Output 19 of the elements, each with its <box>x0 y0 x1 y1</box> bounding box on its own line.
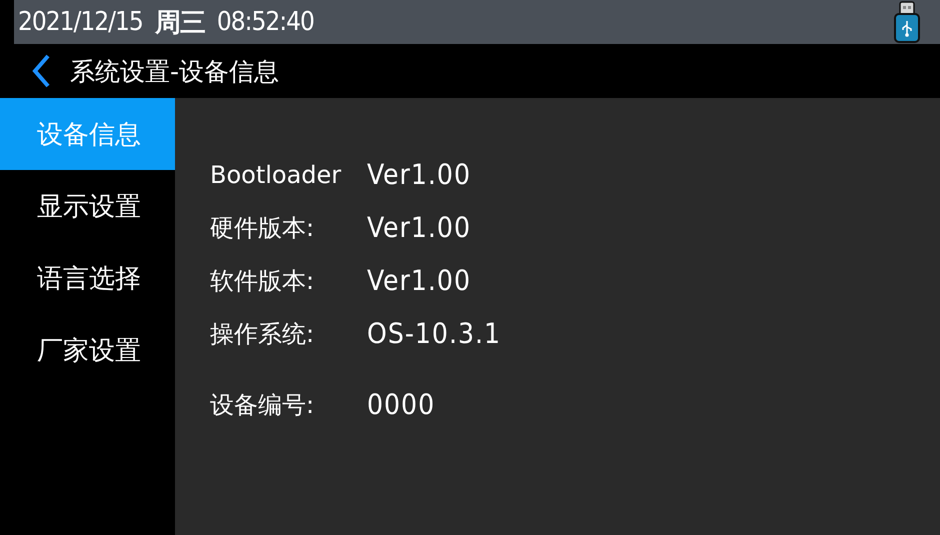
info-label: 设备编号: <box>210 390 316 420</box>
info-label: 软件版本: <box>210 266 316 296</box>
info-value: Ver1.00 <box>367 211 471 244</box>
sidebar-item[interactable]: 显示设置 <box>0 170 175 242</box>
page-title: 系统设置-设备信息 <box>70 56 280 88</box>
info-label: 操作系统: <box>210 318 316 350</box>
info-value: Ver1.00 <box>367 264 471 297</box>
time-text: 08:52:40 <box>216 7 314 37</box>
info-value: OS-10.3.1 <box>367 317 502 350</box>
back-icon[interactable] <box>30 53 52 89</box>
info-value: Ver1.00 <box>367 158 471 191</box>
date-text: 2021/12/15 <box>18 7 143 37</box>
weekday-text: 周三 <box>154 6 205 40</box>
usb-drive-icon <box>892 1 922 43</box>
info-value: 0000 <box>367 388 436 421</box>
info-label: Bootloader <box>210 160 342 188</box>
sidebar-item[interactable]: 语言选择 <box>0 242 175 314</box>
sidebar-item[interactable]: 厂家设置 <box>0 314 175 386</box>
info-label: 硬件版本: <box>210 212 316 244</box>
